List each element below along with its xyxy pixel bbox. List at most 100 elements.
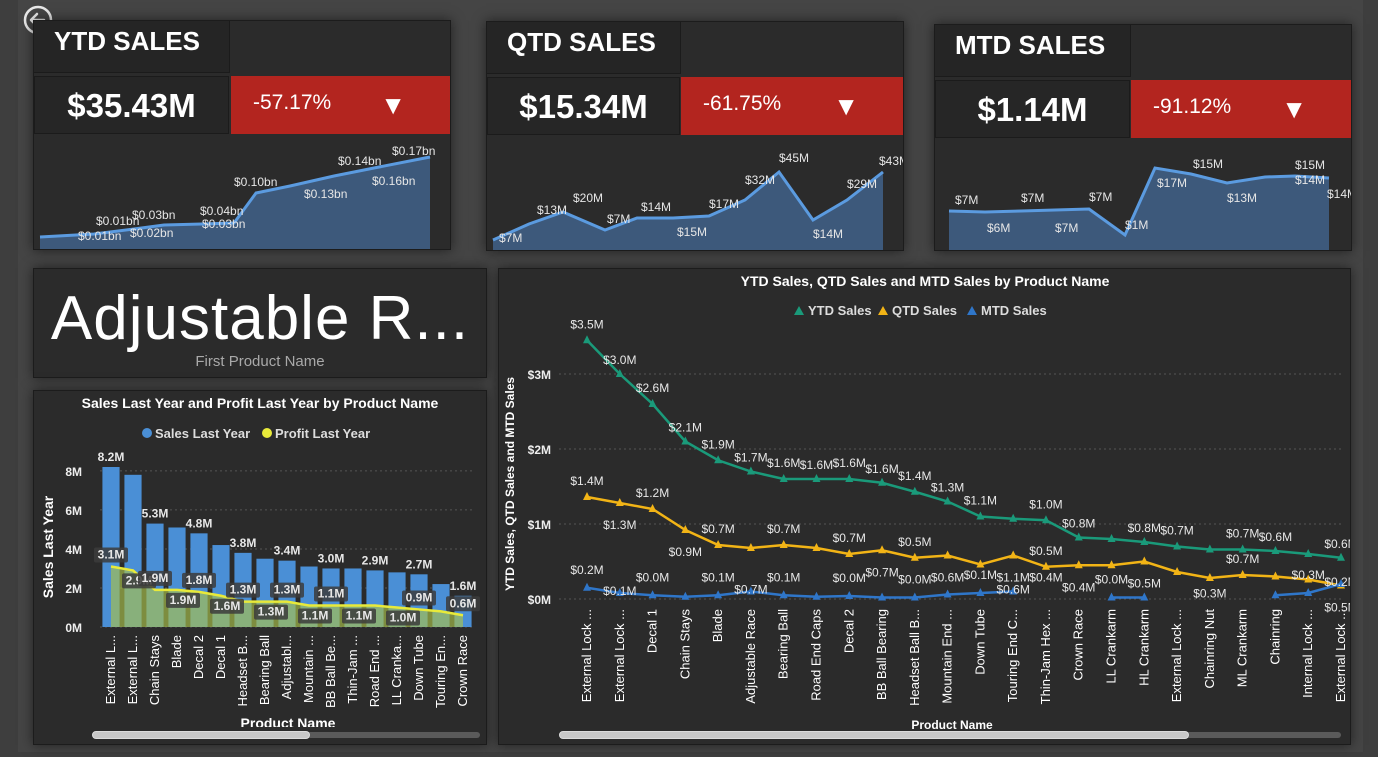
line-data-label: $0.6M [996, 583, 1029, 597]
data-point-marker [583, 492, 591, 500]
y-axis-label: YTD Sales, QTD Sales and MTD Sales [503, 377, 517, 591]
ytd-sales-card[interactable]: YTD SALES $35.43M -57.17% ▼ $0.01bn $0.01… [33, 20, 451, 250]
first-product-card[interactable]: Adjustable R... First Product Name [33, 268, 487, 378]
line-data-label: $1.1M [964, 494, 997, 508]
line-data-label: $0.5M [1128, 577, 1161, 591]
sales-profit-bar-chart[interactable]: Sales Last Year and Profit Last Year by … [34, 391, 486, 727]
data-point-marker [583, 582, 591, 591]
sparkline-data-label: $13M [1227, 191, 1257, 205]
kpi-title: MTD SALES [935, 25, 1131, 77]
line-data-label: $1.6M [767, 456, 800, 470]
mtd-sales-card[interactable]: MTD SALES $1.14M -91.12% ▼ $7M $6M $7M $7M $… [934, 24, 1352, 251]
x-category-label: Adjustable Race [743, 609, 758, 704]
line-data-label: $0.6M [1259, 530, 1292, 544]
x-category-label: Down Tube [411, 635, 426, 701]
legend-marker [794, 306, 804, 315]
sparkline-data-label: $0.13bn [304, 187, 347, 201]
data-point-marker [1140, 556, 1149, 565]
line-data-label: $1.6M [865, 462, 898, 476]
sparkline-data-label: $45M [779, 151, 809, 165]
sparkline-data-label: $13M [537, 203, 567, 217]
data-point-marker [1009, 550, 1018, 559]
line-data-label: $0.7M [734, 583, 767, 597]
line-data-label: $0.1M [767, 570, 800, 584]
x-category-label: Mountain End ... [940, 609, 955, 704]
bar-data-label: 2.7M [406, 557, 433, 571]
x-category-label: Thin-Jam Hex ... [1038, 609, 1053, 704]
x-category-label: Headset B... [235, 635, 250, 707]
sparkline-data-label: $17M [709, 197, 739, 211]
legend-item-profit: Profit Last Year [275, 426, 370, 441]
line-data-label: $1.7M [734, 451, 767, 465]
line-data-label: $2.1M [669, 421, 702, 435]
x-category-label: External Lock ... [612, 609, 627, 702]
sparkline-data-label: $15M [1193, 157, 1223, 171]
x-category-label: Thin-Jam ... [345, 635, 360, 704]
line-data-label: $0.1M [701, 570, 734, 584]
chart-title: YTD Sales, QTD Sales and MTD Sales by Pr… [741, 273, 1110, 289]
sales-profit-chart-panel[interactable]: Sales Last Year and Profit Last Year by … [33, 390, 487, 745]
ytd-qtd-mtd-line-chart[interactable]: YTD Sales, QTD Sales and MTD Sales by Pr… [499, 269, 1350, 729]
x-category-label: Chain Stays [677, 609, 692, 680]
scrollbar-thumb[interactable] [559, 731, 1189, 739]
line-data-label: $0.9M [669, 545, 702, 559]
line-data-label: $0.7M [1226, 527, 1259, 541]
ytd-qtd-mtd-chart-panel[interactable]: YTD Sales, QTD Sales and MTD Sales by Pr… [498, 268, 1351, 745]
qtd-sparkline: $7M $13M $20M $7M $14M $15M$17M $32M $45M $14M $2… [492, 151, 903, 250]
x-category-label: Internal Lock ... [1300, 609, 1315, 698]
line-data-label: $1.3M [931, 481, 964, 495]
qtd-sales-card[interactable]: QTD SALES $15.34M -61.75% ▼ $7M $13M $20M $… [486, 21, 904, 251]
y-tick-label: 2M [65, 582, 82, 596]
line-data-label: $0.8M [1128, 521, 1161, 535]
x-category-label: Touring En... [433, 635, 448, 708]
kpi-delta-badge: -91.12% ▼ [1131, 80, 1351, 138]
x-category-label: Down Tube [972, 609, 987, 675]
line-data-label: $1.0M [1029, 497, 1062, 511]
x-category-label: Bearing Ball [257, 635, 272, 705]
mtd-sparkline: $7M$6M$7M$7M$7M$1M$17M$15M$13M$15M$14M$1… [948, 157, 1351, 250]
line-data-label: $0.6M [931, 571, 964, 585]
x-category-label: Bearing Ball [776, 609, 791, 679]
x-category-label: Road End ... [367, 635, 382, 707]
down-arrow-icon: ▼ [1281, 94, 1307, 124]
line-data-label: $0.5M [1029, 544, 1062, 558]
down-arrow-icon: ▼ [833, 91, 859, 121]
horizontal-scrollbar[interactable] [559, 731, 1341, 739]
x-category-label: External Lock ... [579, 609, 594, 702]
kpi-value: $1.14M [935, 80, 1130, 138]
chart-title: Sales Last Year and Profit Last Year by … [82, 395, 439, 411]
line-data-label: $0.1M [964, 568, 997, 582]
sparkline-data-label: $14M [813, 227, 843, 241]
line-data-label: $3.5M [570, 317, 603, 331]
sparkline-data-label: $7M [1055, 221, 1078, 235]
sparkline-data-label: $43M [879, 154, 903, 168]
horizontal-scrollbar[interactable] [92, 731, 480, 739]
x-category-label: BB Ball Bearing [874, 609, 889, 700]
line-data-label: $0.7M [833, 531, 866, 545]
x-category-label: Mountain ... [301, 635, 316, 703]
legend-item: YTD Sales [808, 303, 872, 318]
x-axis-label: Product Name [241, 715, 336, 727]
line-data-label: $0.7M [701, 522, 734, 536]
line-data-label: $0.2M [1324, 575, 1350, 589]
kpi-delta-percent: -91.12% [1153, 95, 1232, 118]
line-data-label: $1.2M [636, 486, 669, 500]
sparkline-data-label: $17M [1157, 176, 1187, 190]
scrollbar-thumb[interactable] [92, 731, 310, 739]
profit-data-label: 1.9M [170, 593, 197, 607]
data-point-marker [878, 545, 887, 554]
product-name: Adjustable R... [50, 284, 470, 353]
x-category-label: External L... [103, 635, 118, 704]
bar-data-label: 8.2M [98, 450, 125, 464]
sparkline-data-label: $7M [1021, 191, 1044, 205]
x-category-label: Crown Race [455, 635, 470, 707]
sparkline-data-label: $0.04bn [200, 204, 243, 218]
line-data-label: $1.4M [898, 469, 931, 483]
y-tick-label: $3M [528, 368, 551, 382]
line-data-label: $0.1M [603, 584, 636, 598]
x-category-label: HL Crankarm [1136, 609, 1151, 686]
x-axis-label: Product Name [911, 718, 993, 729]
sparkline-area [949, 168, 1329, 250]
line-data-label: $3.0M [603, 353, 636, 367]
sparkline-data-label: $14M [641, 200, 671, 214]
